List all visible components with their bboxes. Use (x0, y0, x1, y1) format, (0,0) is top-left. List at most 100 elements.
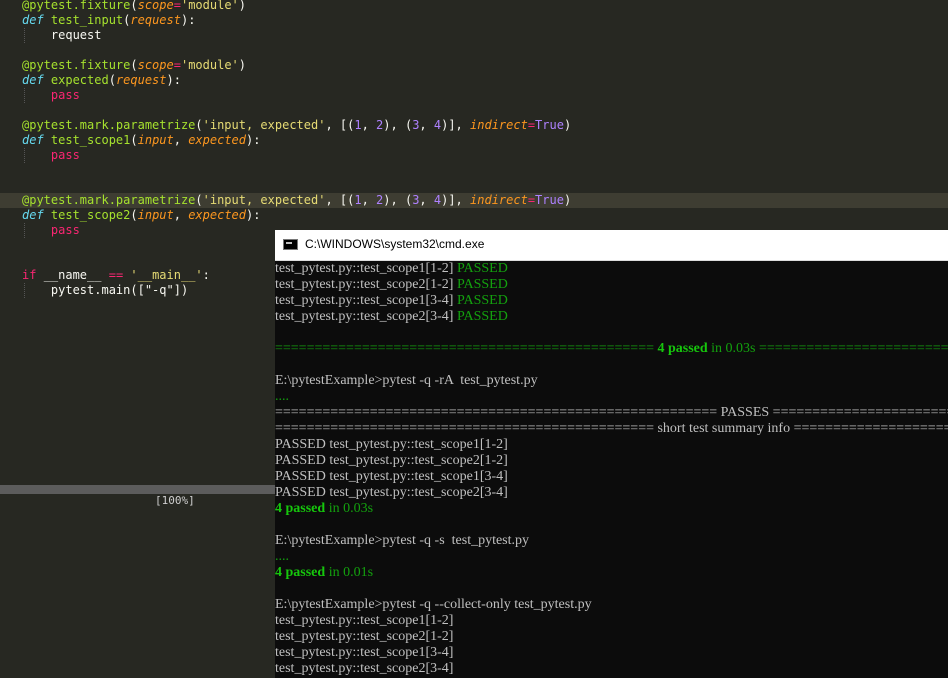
code-token: ), ( (383, 118, 413, 132)
code-token: expected (188, 208, 246, 222)
code-line[interactable]: def test_scope2(input, expected): (0, 208, 948, 223)
code-token: 'module' (180, 58, 239, 72)
console-text: E:\pytestExample>pytest -q -rA test_pyte… (275, 373, 538, 388)
code-token: ) (238, 58, 246, 72)
code-token: def (22, 208, 51, 222)
indent-guide (24, 28, 26, 43)
code-token: , [( (325, 193, 355, 207)
code-line[interactable]: @pytest.mark.parametrize('input, expecte… (0, 118, 948, 133)
code-token: ) (563, 193, 572, 207)
indent-guide (24, 223, 26, 238)
code-token: indirect (470, 118, 528, 132)
code-token: )], (441, 118, 471, 132)
code-line[interactable]: @pytest.fixture(scope='module') (0, 58, 948, 73)
console-line: E:\pytestExample>pytest -q -s test_pytes… (275, 533, 529, 549)
code-token: scope (137, 58, 174, 72)
console-line: PASSED test_pytest.py::test_scope1[1-2] (275, 437, 508, 453)
code-token: , (419, 118, 434, 132)
code-token: , (173, 208, 189, 222)
code-line[interactable]: def expected(request): (0, 73, 948, 88)
console-text: in 0.01s (325, 565, 374, 580)
code-token: mark.parametrize (79, 193, 196, 207)
code-token: fixture (79, 58, 131, 72)
code-line[interactable] (0, 178, 948, 193)
console-line: test_pytest.py::test_scope2[1-2] (275, 629, 453, 645)
console-text: PASSED (456, 261, 508, 276)
code-token: pytest.main(["-q"]) (22, 283, 189, 297)
code-line[interactable] (0, 163, 948, 178)
code-token: ) (238, 0, 246, 12)
code-token: ) (563, 118, 572, 132)
code-line[interactable]: @pytest.mark.parametrize('input, expecte… (0, 193, 948, 208)
code-token: def (22, 13, 51, 27)
console-text: 4 passed (657, 341, 708, 356)
code-token: = (173, 0, 181, 12)
code-token: ): (246, 133, 261, 147)
zoom-indicator: [100%] (155, 494, 195, 507)
code-token: , (173, 133, 189, 147)
code-token: True (535, 118, 564, 132)
console-text: in 0.03s ===============================… (711, 341, 948, 356)
console-text: test_pytest.py::test_scope1[1-2] (275, 613, 454, 628)
console-text: test_pytest.py::test_scope2[1-2] (275, 629, 454, 644)
code-line[interactable]: def test_input(request): (0, 13, 948, 28)
console-line: E:\pytestExample>pytest -q --collect-onl… (275, 597, 592, 613)
code-line[interactable]: request (0, 28, 948, 43)
code-token: ): (246, 208, 261, 222)
code-token: indirect (470, 193, 528, 207)
console-icon (283, 239, 298, 250)
code-token: input (137, 133, 174, 147)
code-line[interactable] (0, 43, 948, 58)
code-token: ( (195, 193, 203, 207)
code-token: , (361, 193, 377, 207)
console-line: .... (275, 549, 289, 565)
console-text: .... (275, 549, 289, 564)
console-text: 4 passed (275, 501, 326, 516)
code-token: ( (195, 118, 203, 132)
indent-guide (24, 283, 26, 298)
console-line: test_pytest.py::test_scope1[3-4] PASSED (275, 293, 508, 309)
cmd-titlebar[interactable]: C:\WINDOWS\system32\cmd.exe (275, 230, 948, 261)
editor-scrollbar[interactable] (0, 485, 275, 494)
console-text: test_pytest.py::test_scope1[3-4] (275, 293, 457, 308)
code-line[interactable]: pass (0, 88, 948, 103)
console-output[interactable]: test_pytest.py::test_scope1[1-2] PASSED t… (275, 261, 948, 678)
code-token: , (361, 118, 377, 132)
cmd-window[interactable]: C:\WINDOWS\system32\cmd.exe test_pytest.… (275, 230, 948, 678)
code-token: True (535, 193, 564, 207)
code-token: ( (130, 133, 138, 147)
code-token: request (115, 73, 167, 87)
code-token: 'input, expected' (202, 118, 326, 132)
code-line[interactable]: @pytest.fixture(scope='module') (0, 0, 948, 13)
code-token: def (22, 73, 51, 87)
console-line: 4 passed in 0.03s (275, 501, 373, 517)
console-text: PASSED test_pytest.py::test_scope1[3-4] (275, 469, 508, 484)
code-token: = (527, 193, 536, 207)
code-token: = (173, 58, 181, 72)
code-line[interactable]: pass (0, 148, 948, 163)
code-token: expected (50, 73, 109, 87)
code-token: , (419, 193, 434, 207)
console-text: PASSED test_pytest.py::test_scope1[1-2] (275, 437, 508, 452)
console-line: ========================================… (275, 341, 948, 357)
console-line: ========================================… (275, 405, 948, 421)
console-text: ========================================… (275, 341, 658, 356)
code-token: @pytest. (22, 193, 80, 207)
console-line: E:\pytestExample>pytest -q -rA test_pyte… (275, 373, 538, 389)
cmd-window-title: C:\WINDOWS\system32\cmd.exe (305, 237, 485, 251)
code-token: input (137, 208, 174, 222)
code-token: fixture (79, 0, 131, 12)
code-token: scope (137, 0, 174, 12)
code-token: = (527, 118, 536, 132)
code-token: ( (130, 0, 138, 12)
code-line[interactable] (0, 103, 948, 118)
code-line[interactable]: def test_scope1(input, expected): (0, 133, 948, 148)
code-token: test_input (50, 13, 124, 27)
console-line: PASSED test_pytest.py::test_scope2[1-2] (275, 453, 508, 469)
console-text: PASSED test_pytest.py::test_scope2[3-4] (275, 485, 508, 500)
code-token: @pytest. (22, 118, 80, 132)
console-text: .... (275, 389, 289, 404)
console-text: test_pytest.py::test_scope2[3-4] (275, 661, 454, 676)
console-line: test_pytest.py::test_scope2[3-4] (275, 661, 453, 677)
console-line: test_pytest.py::test_scope1[1-2] PASSED (275, 261, 508, 277)
